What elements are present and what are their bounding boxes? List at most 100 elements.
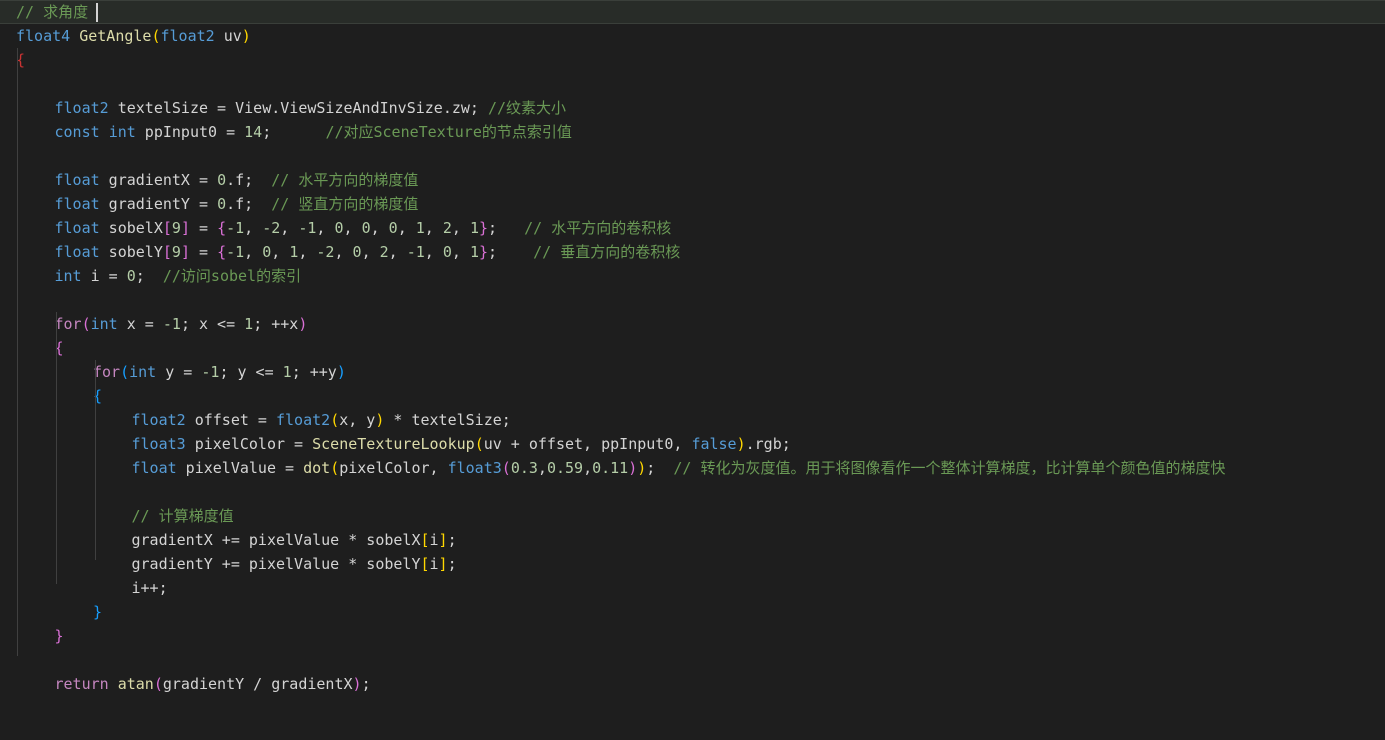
code-token: , — [424, 219, 443, 237]
code-token: ; ++x — [253, 315, 299, 333]
code-line[interactable]: float sobelY[9] = {-1, 0, 1, -2, 0, 2, -… — [0, 240, 1385, 264]
code-line[interactable]: { — [0, 48, 1385, 72]
code-token: , — [451, 243, 470, 261]
code-token: { — [217, 219, 227, 237]
code-token: int — [129, 363, 157, 381]
code-line[interactable]: float2 textelSize = View.ViewSizeAndInvS… — [0, 96, 1385, 120]
code-token: gradientY / gradientX — [162, 675, 353, 693]
code-line[interactable]: gradientY += pixelValue * sobelY[i]; — [0, 552, 1385, 576]
code-token: 0.11 — [592, 459, 629, 477]
code-line[interactable]: return atan(gradientY / gradientX); — [0, 672, 1385, 696]
code-token: gradientY += pixelValue * sobelY — [131, 555, 421, 573]
code-line[interactable] — [0, 648, 1385, 672]
code-token: = — [189, 243, 218, 261]
code-token: , — [397, 219, 416, 237]
code-token: 0 — [217, 171, 227, 189]
code-token: ; x <= — [180, 315, 245, 333]
code-line[interactable]: // 计算梯度值 — [0, 504, 1385, 528]
code-line[interactable] — [0, 72, 1385, 96]
code-line[interactable]: { — [0, 384, 1385, 408]
code-token: , — [298, 243, 317, 261]
code-token: sobelX — [99, 219, 163, 237]
code-line[interactable]: float3 pixelColor = SceneTextureLookup(u… — [0, 432, 1385, 456]
code-line[interactable]: float gradientY = 0.f; // 竖直方向的梯度值 — [0, 192, 1385, 216]
code-token: float — [54, 219, 100, 237]
code-token: pixelColor, — [339, 459, 448, 477]
code-token: , — [583, 459, 593, 477]
code-token: .f; — [226, 195, 254, 213]
code-token: , — [388, 243, 407, 261]
code-token: 0 — [352, 243, 362, 261]
code-token: [ — [162, 219, 172, 237]
code-token: ppInput0 = — [135, 123, 245, 141]
code-line[interactable]: float pixelValue = dot(pixelColor, float… — [0, 456, 1385, 480]
code-token: 0 — [126, 267, 136, 285]
code-token: -1 — [162, 315, 181, 333]
code-token: 2 — [442, 219, 452, 237]
code-token: for — [93, 363, 121, 381]
code-token: ( — [474, 435, 484, 453]
code-line[interactable]: { — [0, 336, 1385, 360]
code-line[interactable]: gradientX += pixelValue * sobelX[i]; — [0, 528, 1385, 552]
code-token: float4 — [16, 27, 71, 45]
code-line[interactable]: int i = 0; //访问sobel的索引 — [0, 264, 1385, 288]
code-line[interactable] — [0, 144, 1385, 168]
code-token: ( — [120, 363, 130, 381]
code-token: float2 — [54, 99, 109, 117]
code-token: 1 — [469, 219, 479, 237]
code-line[interactable]: for(int y = -1; y <= 1; ++y) — [0, 360, 1385, 384]
code-token: ; — [135, 267, 145, 285]
code-line[interactable]: float4 GetAngle(float2 uv) — [0, 24, 1385, 48]
code-line[interactable]: } — [0, 600, 1385, 624]
code-token: uv + offset, ppInput0, — [483, 435, 692, 453]
code-token: // 垂直方向的卷积核 — [533, 243, 681, 261]
code-token: //纹素大小 — [487, 99, 567, 117]
code-line[interactable]: for(int x = -1; x <= 1; ++x) — [0, 312, 1385, 336]
code-line[interactable]: float gradientX = 0.f; // 水平方向的梯度值 — [0, 168, 1385, 192]
code-token: // 水平方向的梯度值 — [271, 171, 419, 189]
code-line[interactable]: // 求角度 — [0, 0, 1385, 24]
code-token: 0 — [361, 219, 371, 237]
code-token: float — [131, 459, 177, 477]
code-token: uv — [214, 27, 242, 45]
code-token: i++; — [131, 579, 168, 597]
code-token: pixelValue = — [176, 459, 304, 477]
code-token: x, y — [339, 411, 376, 429]
code-token: 9 — [171, 219, 181, 237]
code-token: -2 — [262, 219, 281, 237]
code-token: ] — [438, 531, 448, 549]
code-token: ] — [180, 219, 190, 237]
code-line[interactable]: float sobelX[9] = {-1, -2, -1, 0, 0, 0, … — [0, 216, 1385, 240]
code-text-area[interactable]: // 求角度 float4 GetAngle(float2 uv){float2 … — [0, 0, 1385, 740]
code-line[interactable]: float2 offset = float2(x, y) * textelSiz… — [0, 408, 1385, 432]
code-token: ) — [241, 27, 251, 45]
code-token: x = — [117, 315, 163, 333]
code-token: , — [424, 243, 443, 261]
code-line[interactable]: i++; — [0, 576, 1385, 600]
code-token: ) — [637, 459, 647, 477]
code-token: , — [361, 243, 380, 261]
code-line[interactable]: } — [0, 624, 1385, 648]
code-token: 0 — [262, 243, 272, 261]
code-token: float — [54, 195, 100, 213]
code-line[interactable]: const int ppInput0 = 14; //对应SceneTextur… — [0, 120, 1385, 144]
code-line[interactable] — [0, 288, 1385, 312]
code-line[interactable] — [0, 480, 1385, 504]
code-editor[interactable]: // 求角度 float4 GetAngle(float2 uv){float2 … — [0, 0, 1385, 740]
